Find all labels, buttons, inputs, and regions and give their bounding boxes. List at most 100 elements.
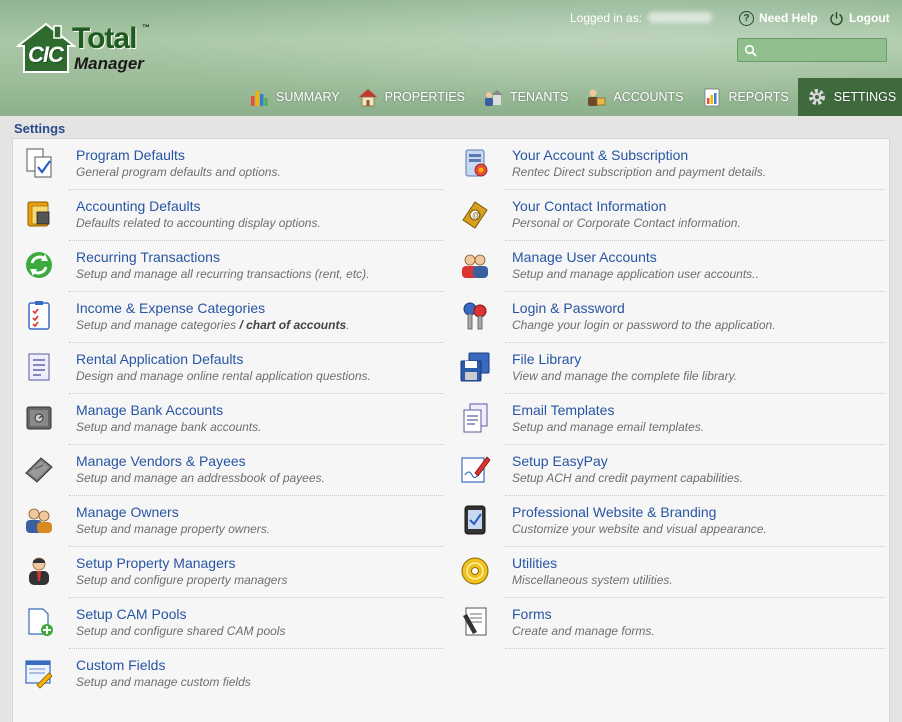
nav-tenants[interactable]: TENANTS bbox=[474, 78, 577, 116]
setting-title[interactable]: Manage Vendors & Payees bbox=[76, 453, 246, 469]
setting-description: Customize your website and visual appear… bbox=[512, 522, 767, 536]
setting-title[interactable]: Forms bbox=[512, 606, 552, 622]
description-bold-text: / chart of accounts bbox=[239, 318, 347, 332]
nav-settings[interactable]: SETTINGS bbox=[797, 78, 902, 116]
setting-title[interactable]: Manage Owners bbox=[76, 504, 179, 520]
document-add-icon bbox=[28, 608, 53, 636]
logo-cic-text: CIC bbox=[28, 42, 64, 67]
setting-manage-bank-accounts[interactable]: Manage Bank Accounts Setup and manage ba… bbox=[13, 394, 449, 445]
form-list-icon bbox=[28, 353, 50, 381]
setting-description: Create and manage forms. bbox=[512, 624, 655, 638]
address-book-icon bbox=[25, 457, 53, 483]
setting-title[interactable]: Your Account & Subscription bbox=[512, 147, 688, 163]
setting-account-subscription[interactable]: Your Account & Subscription Rentec Direc… bbox=[449, 139, 885, 190]
setting-email-templates[interactable]: Email Templates Setup and manage email t… bbox=[449, 394, 885, 445]
setting-description: Setup and configure shared CAM pools bbox=[76, 624, 286, 638]
header: CIC Total ™ Manager Logged in as: ? Need… bbox=[0, 0, 902, 116]
need-help-link[interactable]: ? Need Help bbox=[739, 9, 818, 27]
logout-link[interactable]: Logout bbox=[829, 9, 890, 27]
setting-description: Setup and manage an addressbook of payee… bbox=[76, 471, 325, 485]
setting-manage-vendors-payees[interactable]: Manage Vendors & Payees Setup and manage… bbox=[13, 445, 449, 496]
checklist-icon bbox=[28, 301, 50, 330]
disc-icon bbox=[461, 557, 489, 585]
setting-custom-fields[interactable]: Custom Fields Setup and manage custom fi… bbox=[13, 649, 449, 700]
ledger-icon bbox=[27, 201, 50, 227]
nav-properties-label: PROPERTIES bbox=[384, 90, 466, 104]
setting-title[interactable]: Professional Website & Branding bbox=[512, 504, 716, 520]
setting-file-library[interactable]: File Library View and manage the complet… bbox=[449, 343, 885, 394]
setting-utilities[interactable]: Utilities Miscellaneous system utilities… bbox=[449, 547, 885, 598]
setting-title[interactable]: Setup CAM Pools bbox=[76, 606, 187, 622]
setting-title[interactable]: Custom Fields bbox=[76, 657, 165, 673]
setting-description: View and manage the complete file librar… bbox=[512, 369, 738, 383]
setting-title[interactable]: Recurring Transactions bbox=[76, 249, 220, 265]
users-icon bbox=[462, 254, 488, 278]
settings-left-column: Program Defaults General program default… bbox=[13, 139, 449, 700]
bar-chart-icon bbox=[251, 91, 268, 106]
page-title: Settings bbox=[14, 121, 66, 136]
setting-title[interactable]: Accounting Defaults bbox=[76, 198, 201, 214]
owners-icon bbox=[26, 508, 52, 533]
svg-text:@: @ bbox=[472, 211, 480, 220]
search-box[interactable] bbox=[737, 38, 887, 62]
sign-icon bbox=[461, 456, 491, 483]
recycle-icon bbox=[26, 252, 52, 278]
forms-icon bbox=[463, 607, 487, 636]
need-help-label: Need Help bbox=[759, 11, 818, 25]
description-plain-text: Setup and manage categories bbox=[76, 318, 240, 332]
setting-title[interactable]: Login & Password bbox=[512, 300, 625, 316]
search-icon bbox=[744, 44, 757, 57]
people-house-icon bbox=[485, 90, 504, 106]
setting-title[interactable]: Manage Bank Accounts bbox=[76, 402, 223, 418]
nav-properties[interactable]: PROPERTIES bbox=[349, 78, 474, 116]
nav-tenants-label: TENANTS bbox=[510, 90, 569, 104]
nav-reports-label: REPORTS bbox=[728, 90, 789, 104]
nav-accounts[interactable]: ACCOUNTS bbox=[577, 78, 692, 116]
setting-accounting-defaults[interactable]: Accounting Defaults Defaults related to … bbox=[13, 190, 449, 241]
setting-title[interactable]: Setup EasyPay bbox=[512, 453, 608, 469]
form-edit-icon bbox=[25, 660, 53, 689]
setting-title[interactable]: Rental Application Defaults bbox=[76, 351, 243, 367]
blurred-user-name bbox=[648, 12, 712, 23]
setting-title[interactable]: Program Defaults bbox=[76, 147, 185, 163]
setting-manage-owners[interactable]: Manage Owners Setup and manage property … bbox=[13, 496, 449, 547]
settings-panel: Program Defaults General program default… bbox=[12, 138, 890, 722]
setting-cam-pools[interactable]: Setup CAM Pools Setup and configure shar… bbox=[13, 598, 449, 649]
setting-title[interactable]: Setup Property Managers bbox=[76, 555, 236, 571]
setting-recurring-transactions[interactable]: Recurring Transactions Setup and manage … bbox=[13, 241, 449, 292]
search-input[interactable] bbox=[760, 41, 884, 59]
setting-property-managers[interactable]: Setup Property Managers Setup and config… bbox=[13, 547, 449, 598]
setting-easypay[interactable]: Setup EasyPay Setup ACH and credit payme… bbox=[449, 445, 885, 496]
gear-icon bbox=[808, 89, 825, 105]
safe-icon bbox=[26, 406, 52, 430]
setting-title[interactable]: Email Templates bbox=[512, 402, 614, 418]
cic-total-manager-logo[interactable]: CIC Total ™ Manager bbox=[16, 20, 156, 78]
logo-total-text: Total bbox=[72, 22, 137, 55]
house-icon bbox=[358, 89, 377, 107]
setting-title[interactable]: Utilities bbox=[512, 555, 557, 571]
setting-income-expense-categories[interactable]: Income & Expense Categories Setup and ma… bbox=[13, 292, 449, 343]
setting-description: Setup and manage email templates. bbox=[512, 420, 705, 434]
logo-trademark: ™ bbox=[142, 23, 150, 32]
setting-website-branding[interactable]: Professional Website & Branding Customiz… bbox=[449, 496, 885, 547]
help-icon: ? bbox=[739, 10, 754, 26]
setting-forms[interactable]: Forms Create and manage forms. bbox=[449, 598, 885, 649]
setting-title[interactable]: Manage User Accounts bbox=[512, 249, 657, 265]
setting-contact-information[interactable]: @ Your Contact Information Personal or C… bbox=[449, 190, 885, 241]
setting-login-password[interactable]: Login & Password Change your login or pa… bbox=[449, 292, 885, 343]
logged-in-label: Logged in as: bbox=[570, 11, 643, 25]
nav-summary[interactable]: SUMMARY bbox=[240, 78, 349, 116]
server-icon bbox=[465, 149, 488, 177]
setting-manage-user-accounts[interactable]: Manage User Accounts Setup and manage ap… bbox=[449, 241, 885, 292]
setting-title[interactable]: Income & Expense Categories bbox=[76, 300, 265, 316]
setting-description: Rentec Direct subscription and payment d… bbox=[512, 165, 767, 179]
setting-program-defaults[interactable]: Program Defaults General program default… bbox=[13, 139, 449, 190]
description-end-text: . bbox=[346, 318, 350, 332]
setting-rental-application-defaults[interactable]: Rental Application Defaults Design and m… bbox=[13, 343, 449, 394]
nav-accounts-label: ACCOUNTS bbox=[613, 90, 684, 104]
setting-title[interactable]: Your Contact Information bbox=[512, 198, 666, 214]
nav-summary-label: SUMMARY bbox=[276, 90, 340, 104]
setting-title[interactable]: File Library bbox=[512, 351, 581, 367]
nav-reports[interactable]: REPORTS bbox=[693, 78, 798, 116]
setting-description: Setup ACH and credit payment capabilitie… bbox=[512, 471, 744, 485]
